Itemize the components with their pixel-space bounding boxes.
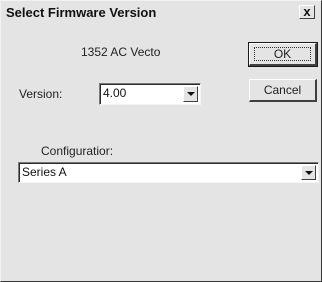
ok-button[interactable]: OK	[248, 42, 318, 67]
configuration-label: Configuratior:	[41, 144, 114, 158]
dialog-title: Select Firmware Version	[6, 5, 157, 20]
device-name: 1352 AC Vecto	[81, 45, 161, 59]
close-button[interactable]: x	[299, 4, 315, 19]
cancel-button-label: Cancel	[263, 83, 302, 97]
cancel-button[interactable]: Cancel	[249, 79, 317, 102]
chevron-down-icon[interactable]	[301, 165, 316, 180]
configuration-value: Series A	[22, 165, 67, 179]
configuration-select[interactable]: Series A	[18, 162, 319, 183]
ok-button-label: OK	[273, 47, 292, 61]
chevron-down-icon[interactable]	[183, 86, 198, 102]
version-select[interactable]: 4.00	[99, 83, 201, 105]
version-label: Version:	[19, 87, 63, 101]
close-icon: x	[303, 4, 311, 19]
title-bar[interactable]: Select Firmware Version x	[3, 3, 319, 23]
version-value: 4.00	[103, 86, 127, 100]
select-firmware-dialog: Select Firmware Version x 1352 AC Vecto …	[0, 0, 322, 282]
